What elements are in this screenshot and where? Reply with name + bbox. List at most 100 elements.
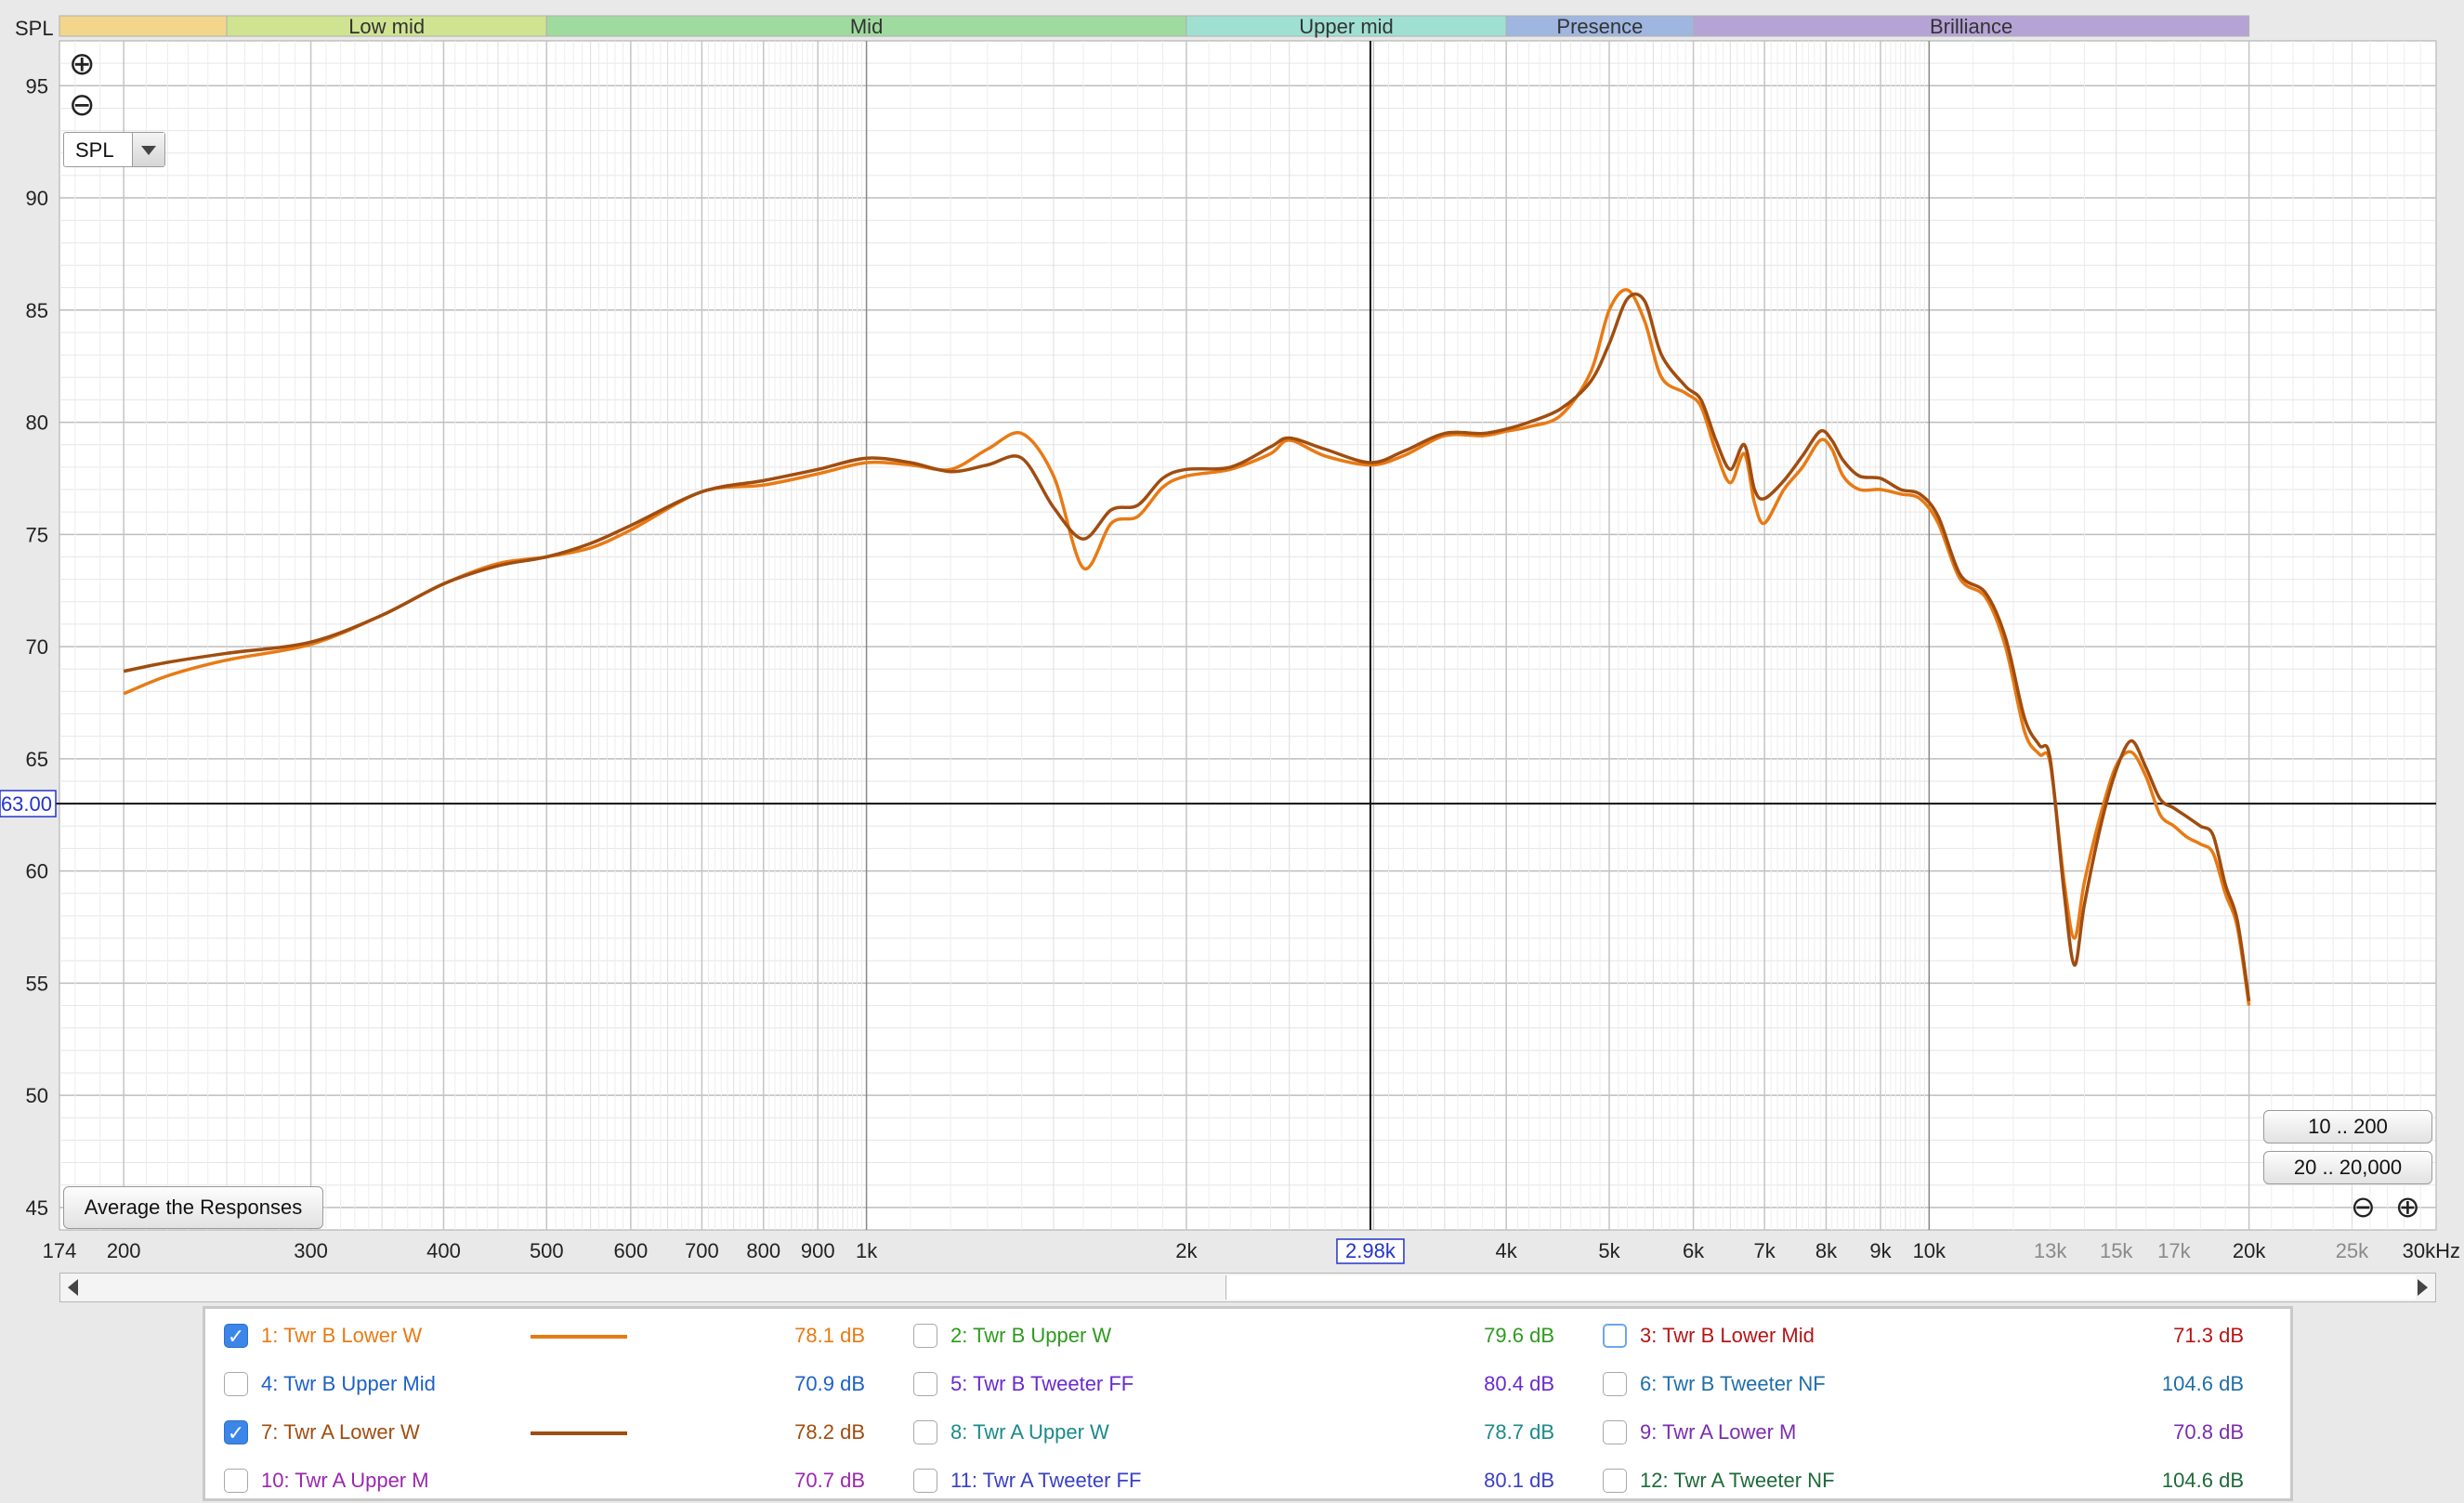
legend-item-name: 7: Twr A Lower W bbox=[261, 1420, 420, 1444]
y-tick-label: 95 bbox=[26, 74, 48, 98]
legend-item-name: 3: Twr B Lower Mid bbox=[1640, 1324, 1815, 1347]
checkbox-unchecked[interactable] bbox=[224, 1469, 248, 1493]
legend-item-name: 6: Twr B Tweeter NF bbox=[1640, 1372, 1826, 1395]
x-tick-label: 9k bbox=[1869, 1239, 1892, 1262]
x-tick-label: 700 bbox=[685, 1239, 719, 1262]
legend-item[interactable]: 5: Twr B Tweeter FF 80.4 dB bbox=[895, 1365, 1573, 1402]
legend-item-name: 1: Twr B Lower W bbox=[261, 1324, 423, 1347]
legend-item[interactable]: 3: Twr B Lower Mid 71.3 dB bbox=[1584, 1316, 2262, 1353]
checkbox-unchecked[interactable] bbox=[1603, 1372, 1627, 1396]
x-tick-label: 7k bbox=[1754, 1239, 1776, 1262]
band-label: Presence bbox=[1556, 15, 1643, 38]
legend-item-value: 78.7 dB bbox=[1484, 1420, 1554, 1444]
x-tick-label: 20k bbox=[2233, 1239, 2266, 1262]
y-tick-label: 90 bbox=[26, 187, 48, 210]
x-tick-label-minor: 13k bbox=[2034, 1239, 2067, 1262]
scroll-right-icon[interactable] bbox=[2418, 1279, 2428, 1296]
checkbox-unchecked[interactable] bbox=[913, 1469, 937, 1493]
legend-item[interactable]: 9: Twr A Lower M 70.8 dB bbox=[1584, 1413, 2262, 1450]
legend-item-value: 70.9 dB bbox=[794, 1372, 865, 1395]
y-tick-label: 70 bbox=[26, 635, 48, 659]
legend-item[interactable]: 4: Twr B Upper Mid 70.9 dB bbox=[205, 1365, 884, 1402]
y-tick-label: 80 bbox=[26, 412, 48, 435]
x-tick-label: 1k bbox=[856, 1239, 878, 1262]
y-axis-title: SPL bbox=[15, 17, 54, 40]
legend-line-swatch bbox=[531, 1431, 627, 1435]
x-tick-label: 200 bbox=[107, 1239, 141, 1262]
measurement-type-select[interactable]: SPL bbox=[63, 132, 165, 167]
frequency-bands: Low mid Mid Upper mid Presence Brilliance bbox=[59, 15, 2250, 38]
legend-item-value: 71.3 dB bbox=[2173, 1324, 2244, 1347]
legend-item[interactable]: 2: Twr B Upper W 79.6 dB bbox=[895, 1316, 1573, 1353]
legend-item-value: 78.1 dB bbox=[794, 1324, 865, 1347]
x-tick-label: 2k bbox=[1175, 1239, 1198, 1262]
band-label: Upper mid bbox=[1299, 15, 1393, 38]
band-0 bbox=[59, 15, 228, 37]
x-tick-label: 174 bbox=[43, 1239, 77, 1262]
y-tick-label: 85 bbox=[26, 299, 48, 322]
legend-item-name: 8: Twr A Upper W bbox=[950, 1420, 1109, 1444]
legend-item-name: 10: Twr A Upper M bbox=[261, 1469, 429, 1492]
legend-item[interactable]: ✓ 7: Twr A Lower W 78.2 dB bbox=[205, 1413, 884, 1450]
band-label: Mid bbox=[850, 15, 883, 38]
frequency-response-chart[interactable]: SPL Low mid Mid Upper mid Presence Brillianc… bbox=[0, 0, 2464, 1273]
legend-item-value: 104.6 dB bbox=[2161, 1469, 2244, 1492]
chevron-down-icon[interactable] bbox=[132, 133, 164, 166]
legend-item-value: 80.4 dB bbox=[1484, 1372, 1554, 1395]
x-zoom-out-icon[interactable]: ⊖ bbox=[2351, 1191, 2376, 1222]
scrollbar-thumb[interactable] bbox=[1225, 1275, 2416, 1300]
x-tick-label-minor: 30kHz bbox=[2403, 1239, 2460, 1262]
band-label: Low mid bbox=[348, 15, 425, 38]
legend-item-value: 70.7 dB bbox=[794, 1469, 865, 1492]
legend-line-swatch bbox=[531, 1335, 627, 1339]
x-tick-label: 400 bbox=[426, 1239, 461, 1262]
checkbox-unchecked[interactable] bbox=[1603, 1420, 1627, 1444]
checkbox-checked[interactable]: ✓ bbox=[224, 1420, 248, 1444]
legend-item[interactable]: 10: Twr A Upper M 70.7 dB bbox=[205, 1461, 884, 1498]
legend-item[interactable]: 8: Twr A Upper W 78.7 dB bbox=[895, 1413, 1573, 1450]
x-tick-label: 500 bbox=[530, 1239, 564, 1262]
x-tick-label-minor: 15k bbox=[2100, 1239, 2133, 1262]
checkbox-unchecked[interactable] bbox=[1603, 1324, 1627, 1348]
checkbox-unchecked[interactable] bbox=[913, 1324, 937, 1348]
x-tick-label: 8k bbox=[1815, 1239, 1838, 1262]
zoom-out-icon[interactable]: ⊖ bbox=[69, 89, 96, 121]
range-10-200-button[interactable]: 10 .. 200 bbox=[2263, 1110, 2432, 1144]
plot-area[interactable] bbox=[59, 40, 2437, 1231]
checkbox-checked[interactable]: ✓ bbox=[224, 1324, 248, 1348]
legend-item[interactable]: 6: Twr B Tweeter NF 104.6 dB bbox=[1584, 1365, 2262, 1402]
x-tick-label: 800 bbox=[746, 1239, 780, 1262]
checkbox-unchecked[interactable] bbox=[913, 1372, 937, 1396]
zoom-in-icon[interactable]: ⊕ bbox=[69, 48, 96, 80]
scroll-left-icon[interactable] bbox=[68, 1279, 78, 1296]
x-tick-label: 4k bbox=[1496, 1239, 1518, 1262]
y-tick-label: 65 bbox=[26, 748, 48, 771]
x-tick-label: 900 bbox=[801, 1239, 835, 1262]
average-responses-button[interactable]: Average the Responses bbox=[63, 1186, 323, 1229]
legend-item-name: 11: Twr A Tweeter FF bbox=[950, 1469, 1142, 1492]
legend-item[interactable]: ✓ 1: Twr B Lower W 78.1 dB bbox=[205, 1316, 884, 1353]
y-tick-label: 55 bbox=[26, 972, 48, 995]
x-tick-label: 300 bbox=[294, 1239, 328, 1262]
legend-item-name: 12: Twr A Tweeter NF bbox=[1640, 1469, 1835, 1492]
checkbox-unchecked[interactable] bbox=[224, 1372, 248, 1396]
legend-item-name: 9: Twr A Lower M bbox=[1640, 1420, 1797, 1444]
horizontal-scrollbar[interactable] bbox=[59, 1273, 2436, 1302]
range-20-20000-button[interactable]: 20 .. 20,000 bbox=[2263, 1151, 2432, 1184]
checkbox-unchecked[interactable] bbox=[913, 1420, 937, 1444]
legend-item-value: 80.1 dB bbox=[1484, 1469, 1554, 1492]
legend-item[interactable]: 12: Twr A Tweeter NF 104.6 dB bbox=[1584, 1461, 2262, 1498]
checkbox-unchecked[interactable] bbox=[1603, 1469, 1627, 1493]
legend-item-name: 5: Twr B Tweeter FF bbox=[950, 1372, 1134, 1395]
x-tick-label-minor: 17k bbox=[2157, 1239, 2191, 1262]
legend-item-value: 78.2 dB bbox=[794, 1420, 865, 1444]
measurement-legend: ✓ 1: Twr B Lower W 78.1 dB 2: Twr B Upper W… bbox=[203, 1306, 2293, 1501]
y-tick-label: 50 bbox=[26, 1084, 48, 1107]
band-label: Brilliance bbox=[1930, 15, 2012, 38]
x-zoom-in-icon[interactable]: ⊕ bbox=[2395, 1191, 2420, 1222]
x-tick-label: 6k bbox=[1683, 1239, 1705, 1262]
measurement-type-value: SPL bbox=[75, 138, 114, 162]
legend-item-value: 79.6 dB bbox=[1484, 1324, 1554, 1347]
legend-item-value: 104.6 dB bbox=[2161, 1372, 2244, 1395]
legend-item[interactable]: 11: Twr A Tweeter FF 80.1 dB bbox=[895, 1461, 1573, 1498]
